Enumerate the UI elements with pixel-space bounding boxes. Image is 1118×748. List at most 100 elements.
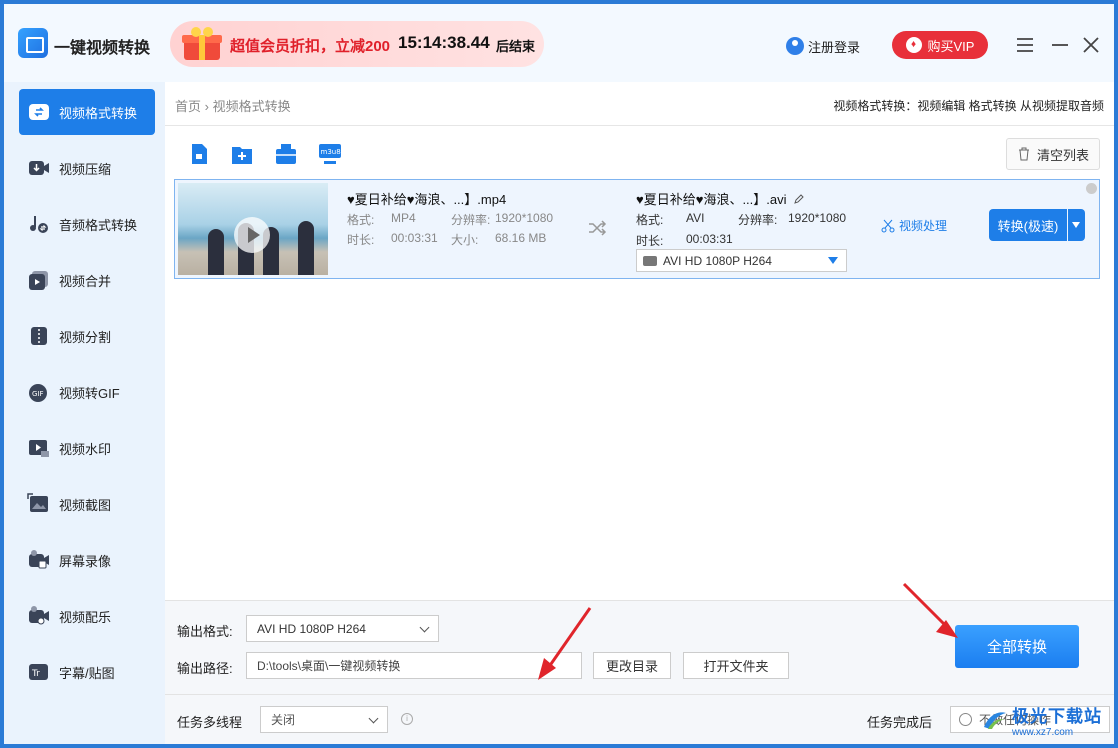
dropdown-caret-icon [828, 257, 838, 264]
sidebar-item-video-compress[interactable]: 视频压缩 [19, 145, 155, 191]
video-camera-icon [643, 255, 657, 266]
rename-pencil-icon[interactable] [793, 193, 805, 205]
output-file-name: ♥夏日补给♥海浪、...】.avi [636, 189, 805, 208]
sidebar-item-video-split[interactable]: 视频分割 [19, 313, 155, 359]
trash-icon [1018, 147, 1029, 161]
src-resolution-value: 1920*1080 [495, 211, 554, 225]
sidebar-item-label: 视频压缩 [59, 161, 112, 177]
svg-text:GIF: GIF [32, 390, 44, 398]
sidebar-item-label: 视频水印 [59, 441, 112, 457]
sidebar-item-label: 视频转GIF [59, 385, 120, 401]
m3u8-icon[interactable]: m3u8 [318, 142, 342, 166]
output-format-select[interactable]: AVI HD 1080P H264 [246, 615, 439, 642]
add-file-icon[interactable] [187, 142, 211, 166]
sidebar-item-label: 视频配乐 [59, 609, 112, 625]
sidebar-item-screen-record[interactable]: 屏幕录像 [19, 537, 155, 583]
minimize-icon[interactable] [1049, 34, 1071, 56]
breadcrumb: 首页 › 视频格式转换 [175, 96, 291, 115]
video-process-button[interactable]: 视频处理 [881, 217, 947, 234]
output-path-field[interactable]: D:\tools\桌面\一键视频转换 [246, 652, 582, 679]
remove-item-icon[interactable] [1086, 183, 1097, 194]
annotation-arrow-icon [902, 582, 958, 638]
title-bar: 一键视频转换 超值会员折扣，立减200 15:14:38.44 后结束 注册登录… [4, 4, 1114, 82]
sidebar-item-video-music[interactable]: 视频配乐 [19, 593, 155, 639]
sidebar-item-label: 音频格式转换 [59, 217, 138, 233]
play-icon[interactable] [234, 217, 270, 253]
file-list-item[interactable]: ♥夏日补给♥海浪、...】.mp4 格式: MP4 分辨率: 1920*1080… [174, 179, 1100, 279]
breadcrumb-separator: › [204, 99, 209, 114]
scissors-icon [881, 219, 895, 232]
screenshot-icon [27, 493, 48, 512]
video-compress-icon [29, 161, 49, 175]
sidebar-item-video-screenshot[interactable]: 视频截图 [19, 481, 155, 527]
buy-vip-button[interactable]: ♦ 购买VIP [892, 31, 988, 59]
sidebar-item-audio-convert[interactable]: 音频格式转换 [19, 201, 155, 247]
sidebar-item-video-merge[interactable]: 视频合并 [19, 257, 155, 303]
chevron-down-icon [419, 622, 430, 633]
promo-text: 超值会员折扣，立减200 [230, 38, 391, 55]
login-button[interactable]: 注册登录 [786, 36, 860, 56]
convert-all-button[interactable]: 全部转换 [955, 625, 1079, 668]
main-panel: 首页 › 视频格式转换 视频格式转换：视频编辑 格式转换 从视频提取音频 m3u… [165, 82, 1114, 744]
dst-format-label: 格式: [636, 213, 664, 227]
gif-icon: GIF [29, 384, 47, 402]
dst-resolution-value: 1920*1080 [788, 211, 847, 225]
watermark-title: 极光下载站 [1012, 707, 1102, 726]
promo-banner[interactable]: 超值会员折扣，立减200 15:14:38.44 后结束 [170, 21, 544, 67]
promo-end-label: 后结束 [496, 39, 536, 54]
convert-fast-button[interactable]: 转换(极速) [989, 209, 1067, 241]
app-window: 一键视频转换 超值会员折扣，立减200 15:14:38.44 后结束 注册登录… [4, 4, 1114, 744]
video-convert-icon [29, 104, 49, 120]
dst-format-value: AVI [686, 211, 705, 225]
output-path-label: 输出路径: [177, 661, 233, 676]
video-thumbnail[interactable] [178, 183, 328, 275]
login-label: 注册登录 [808, 39, 861, 55]
info-icon[interactable]: i [401, 713, 413, 725]
source-file-name: ♥夏日补给♥海浪、...】.mp4 [347, 192, 507, 207]
output-format-value: AVI HD 1080P H264 [257, 621, 366, 636]
sidebar-item-label: 字幕/贴图 [59, 665, 115, 681]
add-device-icon[interactable] [274, 142, 298, 166]
watermark-url: www.xz7.com [1012, 727, 1074, 738]
promo-countdown: 15:14:38.44 [398, 33, 490, 52]
vip-diamond-icon: ♦ [905, 37, 922, 53]
sidebar-item-label: 视频截图 [59, 497, 112, 513]
status-bar: 任务多线程 关闭 i 任务完成后 不做任何操作 [165, 694, 1114, 744]
sidebar-item-video-gif[interactable]: GIF 视频转GIF [19, 369, 155, 415]
m3u8-label: m3u8 [321, 148, 341, 156]
sidebar-item-video-watermark[interactable]: 视频水印 [19, 425, 155, 471]
clear-list-label: 清空列表 [1036, 147, 1089, 163]
sidebar-item-subtitle[interactable]: Tr 字幕/贴图 [19, 649, 155, 695]
close-icon[interactable] [1080, 34, 1102, 56]
screen-record-icon [29, 550, 49, 569]
dst-duration-label: 时长: [636, 234, 664, 248]
breadcrumb-home[interactable]: 首页 [175, 99, 201, 114]
user-avatar-icon [786, 37, 804, 55]
dst-duration-value: 00:03:31 [686, 232, 733, 246]
change-directory-button[interactable]: 更改目录 [593, 652, 671, 679]
app-title: 一键视频转换 [54, 40, 151, 57]
sidebar: 视频格式转换 视频压缩 音频格式转换 视频合并 视频分割 GIF 视频转GIF … [4, 82, 165, 744]
menu-icon[interactable] [1014, 34, 1036, 56]
thumbnail-figure [208, 229, 224, 275]
video-process-label: 视频处理 [899, 219, 948, 233]
convert-options-dropdown[interactable] [1068, 209, 1085, 241]
multithread-select[interactable]: 关闭 [260, 706, 388, 733]
open-folder-button[interactable]: 打开文件夹 [683, 652, 789, 679]
sidebar-item-video-convert[interactable]: 视频格式转换 [19, 89, 155, 135]
music-icon [29, 606, 49, 625]
sidebar-item-label: 视频合并 [59, 273, 112, 289]
feature-links[interactable]: 视频格式转换：视频编辑 格式转换 从视频提取音频 [833, 97, 1104, 114]
output-preset-select[interactable]: AVI HD 1080P H264 [636, 249, 847, 272]
gift-box-icon [182, 27, 222, 60]
src-resolution-label: 分辨率: [451, 213, 491, 227]
svg-text:Tr: Tr [31, 669, 40, 679]
site-watermark: 极光下载站 www.xz7.com [982, 702, 1102, 738]
clear-list-button[interactable]: 清空列表 [1006, 138, 1100, 170]
src-size-value: 68.16 MB [495, 231, 547, 245]
src-duration-value: 00:03:31 [391, 231, 438, 245]
dst-resolution-label: 分辨率: [738, 213, 778, 227]
output-format-label: 输出格式: [177, 624, 233, 639]
add-folder-icon[interactable] [230, 142, 254, 166]
src-format-value: MP4 [391, 211, 416, 225]
